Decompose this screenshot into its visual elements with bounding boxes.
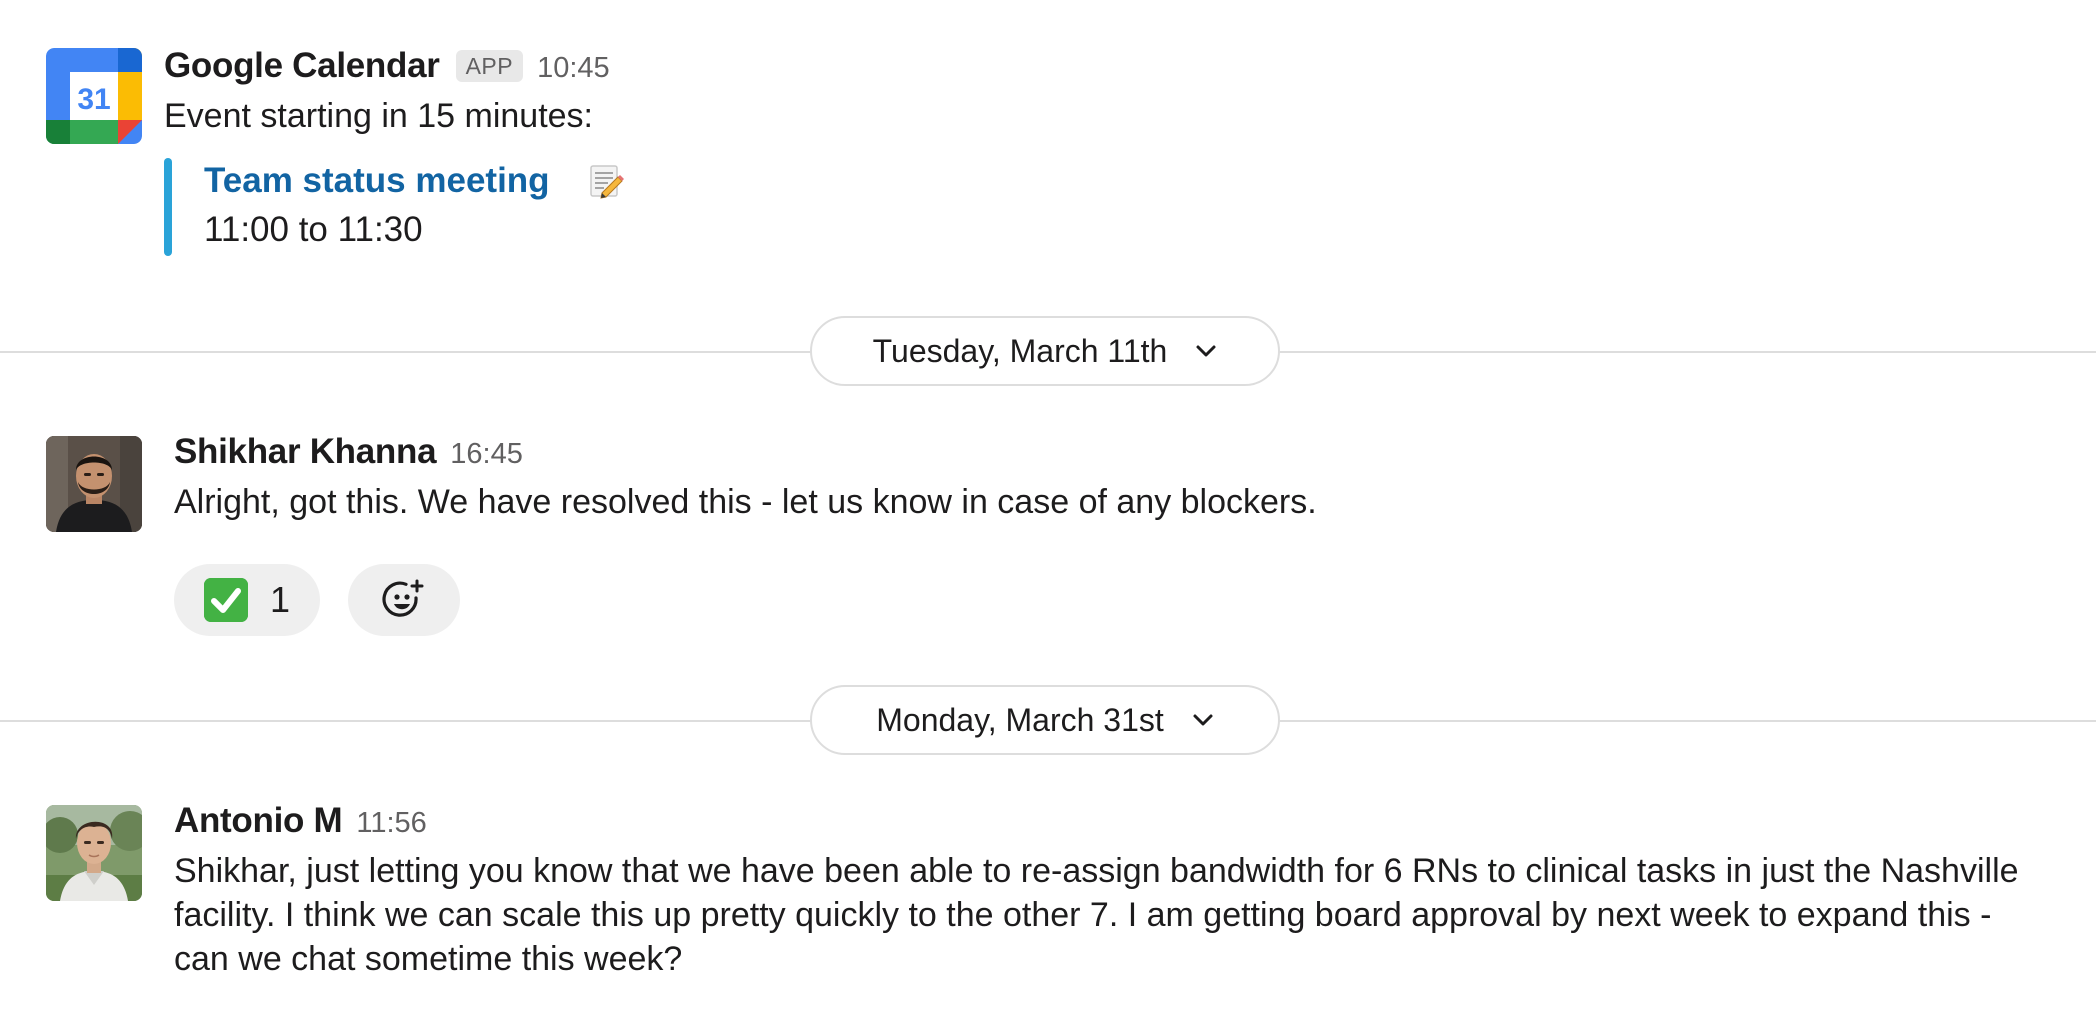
attachment-bar: [164, 158, 172, 256]
sender-name[interactable]: Shikhar Khanna: [174, 432, 437, 472]
chevron-down-icon: [1196, 345, 1216, 357]
message-text: Event starting in 15 minutes:: [164, 97, 594, 135]
reaction-count: 1: [270, 579, 291, 620]
app-badge: APP: [455, 50, 524, 82]
timestamp[interactable]: 10:45: [537, 52, 610, 85]
reaction-check-mark[interactable]: 1: [174, 564, 321, 636]
event-title-row: Team status meeting: [204, 158, 2036, 204]
date-divider-button[interactable]: Monday, March 31st: [810, 685, 1280, 755]
date-divider-label: Tuesday, March 11th: [872, 332, 1168, 369]
sender-name[interactable]: Google Calendar: [164, 46, 440, 86]
message-body: Shikhar Khanna 16:45 Alright, got this. …: [174, 432, 2036, 636]
date-divider-button[interactable]: Tuesday, March 11th: [810, 316, 1280, 386]
timestamp[interactable]: 11:56: [356, 807, 426, 840]
memo-icon: [588, 163, 624, 199]
date-divider-label: Monday, March 31st: [876, 701, 1164, 738]
add-reaction-button[interactable]: [348, 564, 461, 636]
event-attachment: Team status meeting 11:00 to 11:30: [164, 158, 2036, 256]
calendar-day-number: 31: [77, 83, 110, 116]
message-header: Google Calendar APP 10:45: [164, 46, 2036, 94]
reactions-bar: 1: [174, 564, 2036, 636]
message-header: Antonio M 11:56: [174, 801, 2036, 849]
message-body: Google Calendar APP 10:45 Event starting…: [164, 46, 2036, 256]
sender-name[interactable]: Antonio M: [174, 801, 343, 841]
timestamp[interactable]: 16:45: [450, 438, 523, 471]
add-emoji-icon: [382, 579, 424, 617]
date-divider: Tuesday, March 11th: [0, 316, 2096, 388]
avatar[interactable]: [46, 805, 142, 901]
chevron-down-icon: [1193, 714, 1213, 726]
event-title-link[interactable]: Team status meeting: [204, 161, 550, 201]
event-time-range: 11:00 to 11:30: [204, 210, 423, 249]
message-header: Shikhar Khanna 16:45: [174, 432, 2036, 480]
message-text: Alright, got this. We have resolved this…: [174, 483, 1317, 521]
avatar[interactable]: [46, 436, 142, 532]
white-check-mark-icon: [204, 578, 248, 622]
google-calendar-icon[interactable]: 31: [46, 48, 142, 144]
date-divider: Monday, March 31st: [0, 685, 2096, 757]
message-text: Shikhar, just letting you know that we h…: [174, 852, 2019, 978]
message-body: Antonio M 11:56 Shikhar, just letting yo…: [174, 801, 2036, 981]
